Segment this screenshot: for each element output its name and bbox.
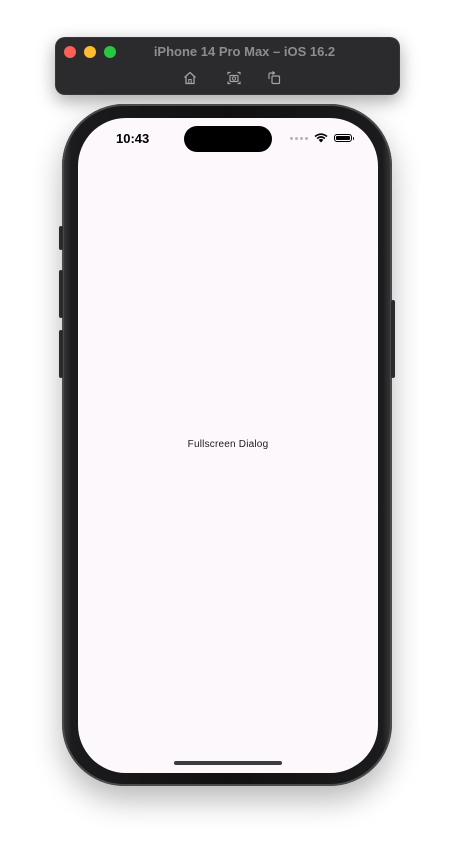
screenshot-button[interactable] xyxy=(226,70,242,86)
simulator-toolbar: iPhone 14 Pro Max – iOS 16.2 xyxy=(55,37,400,95)
simulator-tools xyxy=(55,70,400,86)
home-icon xyxy=(184,71,196,85)
simulator-title: iPhone 14 Pro Max – iOS 16.2 xyxy=(153,44,336,59)
home-indicator[interactable] xyxy=(174,761,282,765)
simulator-stage: iPhone 14 Pro Max – iOS 16.2 10:43 Fulls… xyxy=(0,0,455,860)
volume-down-button[interactable] xyxy=(59,330,63,378)
power-button[interactable] xyxy=(391,300,395,378)
dynamic-island xyxy=(184,126,272,152)
action-button[interactable] xyxy=(59,226,63,250)
home-button[interactable] xyxy=(182,70,198,86)
rotate-button[interactable] xyxy=(266,70,282,86)
cellular-signal-icon xyxy=(290,136,308,140)
volume-up-button[interactable] xyxy=(59,270,63,318)
fullscreen-dialog-label: Fullscreen Dialog xyxy=(187,439,269,450)
status-icons xyxy=(290,132,354,144)
battery-icon xyxy=(334,134,354,142)
screenshot-icon xyxy=(227,71,241,85)
device-screen: 10:43 Fullscreen Dialog xyxy=(78,118,378,773)
status-time: 10:43 xyxy=(116,131,150,146)
wifi-icon xyxy=(314,133,328,143)
rotate-icon xyxy=(268,71,281,85)
